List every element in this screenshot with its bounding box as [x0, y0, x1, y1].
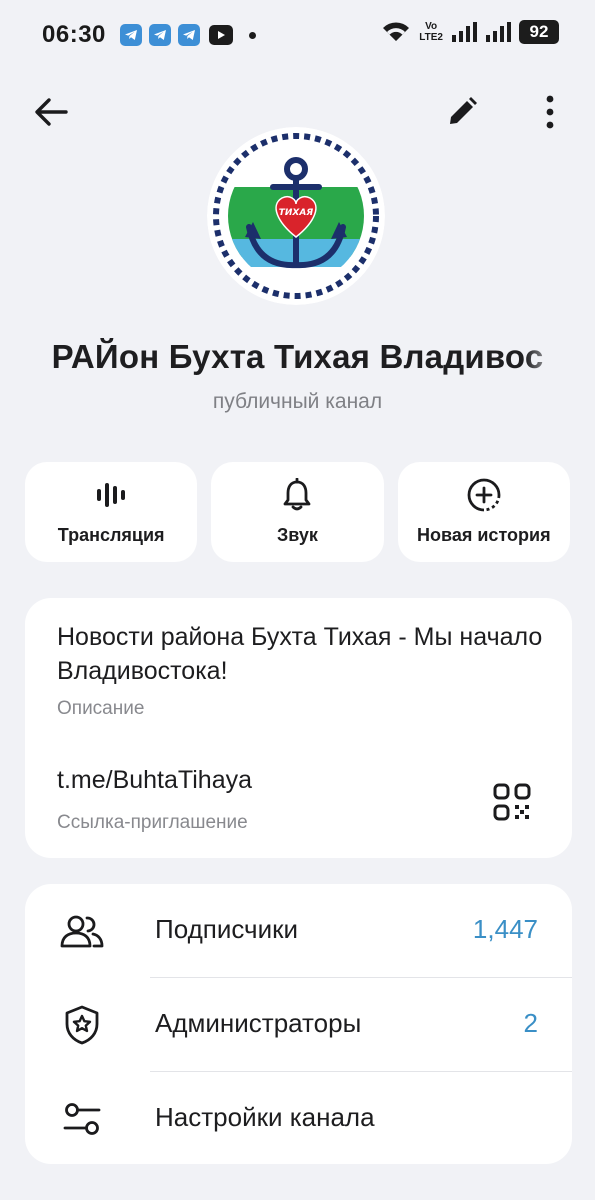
- channel-menu-card: Подписчики 1,447 Администраторы 2 Настро…: [25, 884, 572, 1164]
- channel-settings-label: Настройки канала: [155, 1102, 375, 1132]
- title-fade: [525, 338, 565, 382]
- subscribers-label: Подписчики: [155, 914, 299, 944]
- new-story-icon: [466, 478, 502, 512]
- invite-link-label: Ссылка-приглашение: [57, 812, 248, 833]
- administrators-label: Администраторы: [155, 1008, 362, 1038]
- qr-code-button[interactable]: [492, 782, 532, 822]
- channel-settings-row[interactable]: Настройки канала: [25, 1072, 572, 1164]
- battery-indicator: 92: [519, 20, 559, 44]
- back-button[interactable]: [29, 90, 73, 134]
- settings-sliders-icon: [59, 1097, 105, 1141]
- channel-title: РАЙон Бухта Тихая Владивос: [51, 338, 544, 375]
- subscribers-count: 1,447: [472, 914, 538, 944]
- new-story-label: Новая история: [417, 525, 551, 545]
- action-buttons: Трансляция Звук Новая история: [25, 462, 570, 562]
- sound-button[interactable]: Звук: [211, 462, 384, 562]
- bell-icon: [281, 478, 313, 512]
- admin-shield-icon: [59, 1003, 105, 1047]
- youtube-icon: [209, 25, 233, 45]
- status-time: 06:30: [42, 21, 106, 48]
- more-options-button[interactable]: [528, 90, 572, 134]
- telegram-icon: [120, 24, 142, 46]
- livestream-button[interactable]: Трансляция: [25, 462, 198, 562]
- signal-icon: [452, 22, 477, 42]
- new-story-button[interactable]: Новая история: [397, 462, 570, 562]
- invite-link[interactable]: t.me/BuhtaTihaya: [57, 766, 252, 795]
- anchor-logo: ТИХАЯ: [207, 127, 385, 305]
- channel-description[interactable]: Новости района Бухта Тихая - Мы начало В…: [57, 620, 547, 688]
- qr-code-icon: [493, 783, 531, 821]
- description-label: Описание: [57, 698, 145, 719]
- livestream-icon: [94, 478, 128, 512]
- administrators-row[interactable]: Администраторы 2: [25, 978, 572, 1071]
- volte-label: Vo: [425, 21, 438, 32]
- sound-label: Звук: [277, 525, 318, 545]
- volte-indicator: Vo LTE2: [419, 21, 443, 43]
- subscribers-icon: [59, 909, 105, 953]
- channel-avatar[interactable]: ТИХАЯ: [207, 127, 385, 305]
- livestream-label: Трансляция: [57, 525, 165, 545]
- telegram-icon: [178, 24, 200, 46]
- channel-type: публичный канал: [212, 390, 383, 413]
- more-notifications-dot: [249, 31, 256, 39]
- subscribers-row[interactable]: Подписчики 1,447: [25, 884, 572, 977]
- svg-text:ТИХАЯ: ТИХАЯ: [279, 208, 314, 218]
- status-right: Vo LTE2 92: [381, 20, 559, 44]
- lte-label: LTE2: [419, 32, 443, 43]
- wifi-icon: [383, 22, 410, 41]
- signal-icon-2: [486, 22, 511, 42]
- administrators-count: 2: [523, 1008, 538, 1038]
- status-bar: 06:30 Vo LTE2 92: [0, 0, 595, 70]
- more-vertical-icon: [546, 95, 554, 129]
- edit-button[interactable]: [440, 90, 484, 134]
- channel-info-card: Новости района Бухта Тихая - Мы начало В…: [25, 598, 572, 858]
- back-arrow-icon: [35, 98, 68, 126]
- notification-icons: [120, 24, 256, 46]
- pencil-icon: [450, 97, 477, 124]
- telegram-icon: [149, 24, 171, 46]
